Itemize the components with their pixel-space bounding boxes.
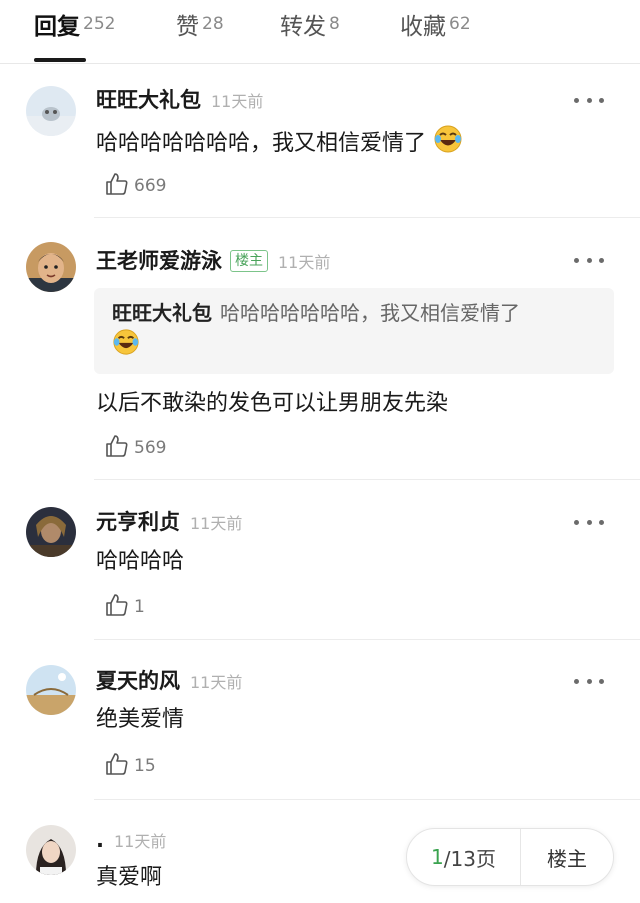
quote-line: 旺旺大礼包 哈哈哈哈哈哈哈，我又相信爱情了 [112,298,596,328]
thumbs-up-icon [104,751,130,781]
tab-reposts[interactable]: 转发 8 [280,10,340,50]
tab-label: 赞 [176,14,199,40]
comment-time: 11天前 [113,832,167,851]
current-page: 1 [431,845,444,869]
more-options-icon[interactable] [574,512,604,532]
quoted-comment[interactable]: 旺旺大礼包 哈哈哈哈哈哈哈，我又相信爱情了 [94,288,614,374]
comment-text: 哈哈哈哈 [96,549,185,574]
more-options-icon[interactable] [574,671,604,691]
more-options-icon[interactable] [574,250,604,270]
like-count: 15 [134,756,156,776]
tab-count: 8 [329,14,340,34]
tab-bar: 回复 252 赞 28 转发 8 收藏 62 [0,0,640,64]
username[interactable]: . 11天前 [96,826,166,856]
avatar[interactable] [26,665,76,715]
comment-text: 以后不敢染的发色可以让男朋友先染 [96,391,449,416]
username-text: 王老师爱游泳 [96,249,222,273]
avatar[interactable] [26,86,76,136]
username-text: . [96,828,104,852]
like-count: 1 [134,597,145,617]
like-button[interactable]: 669 [104,172,166,200]
op-only-button[interactable]: 楼主 [521,843,613,872]
quote-emoji-line [112,328,596,364]
tab-count: 62 [449,14,471,34]
comment-item: 旺旺大礼包 11天前 哈哈哈哈哈哈哈，我又相信爱情了 669 [0,64,640,218]
comment-text: 哈哈哈哈哈哈哈，我又相信爱情了 [96,131,427,156]
comment-time: 11天前 [278,253,331,272]
tab-label: 收藏 [400,14,446,40]
comment-item: 元亨利贞 11天前 哈哈哈哈 1 [0,480,640,640]
like-button[interactable]: 569 [104,434,166,462]
comment-time: 11天前 [190,514,243,533]
thumbs-up-icon [104,171,130,201]
comment-text: 绝美爱情 [96,707,185,732]
like-count: 569 [134,438,167,458]
page-navigator: 1/13页 楼主 [406,828,614,886]
tab-count: 252 [83,14,116,34]
comment-text-row: 哈哈哈哈哈哈哈，我又相信爱情了 [96,124,463,164]
username-text: 元亨利贞 [96,510,180,534]
username[interactable]: 元亨利贞 11天前 [96,508,242,538]
comment-item: 夏天的风 11天前 绝美爱情 15 [0,640,640,800]
laughing-tears-emoji-icon [112,328,140,364]
comment-time: 11天前 [211,92,264,111]
like-button[interactable]: 15 [104,752,156,780]
tab-label: 回复 [34,14,80,40]
like-count: 669 [134,176,167,196]
username-text: 旺旺大礼包 [96,88,201,112]
more-options-icon[interactable] [574,90,604,110]
active-tab-indicator [34,58,86,62]
thumbs-up-icon [104,433,130,463]
like-button[interactable]: 1 [104,593,145,621]
page-selector[interactable]: 1/13页 [407,829,521,885]
avatar[interactable] [26,242,76,292]
username-text: 夏天的风 [96,669,180,693]
username[interactable]: 王老师爱游泳 楼主 11天前 [96,247,330,277]
tab-favorites[interactable]: 收藏 62 [400,10,471,50]
thumbs-up-icon [104,592,130,622]
laughing-tears-emoji-icon [433,124,463,164]
tab-likes[interactable]: 赞 28 [176,10,224,50]
tab-label: 转发 [280,14,326,40]
comment-item: 王老师爱游泳 楼主 11天前 旺旺大礼包 哈哈哈哈哈哈哈，我又相信爱情了 以后不敢染的… [0,218,640,480]
tab-replies[interactable]: 回复 252 [34,10,115,50]
username[interactable]: 旺旺大礼包 11天前 [96,86,263,116]
quote-username: 旺旺大礼包 [112,301,212,325]
comment-time: 11天前 [190,673,243,692]
op-badge: 楼主 [230,250,268,272]
quote-text: 哈哈哈哈哈哈哈，我又相信爱情了 [220,301,520,325]
tab-count: 28 [202,14,224,34]
total-pages: /13页 [443,846,496,871]
avatar[interactable] [26,507,76,557]
comment-text: 真爱啊 [96,865,163,890]
username[interactable]: 夏天的风 11天前 [96,667,242,697]
avatar[interactable] [26,825,76,875]
